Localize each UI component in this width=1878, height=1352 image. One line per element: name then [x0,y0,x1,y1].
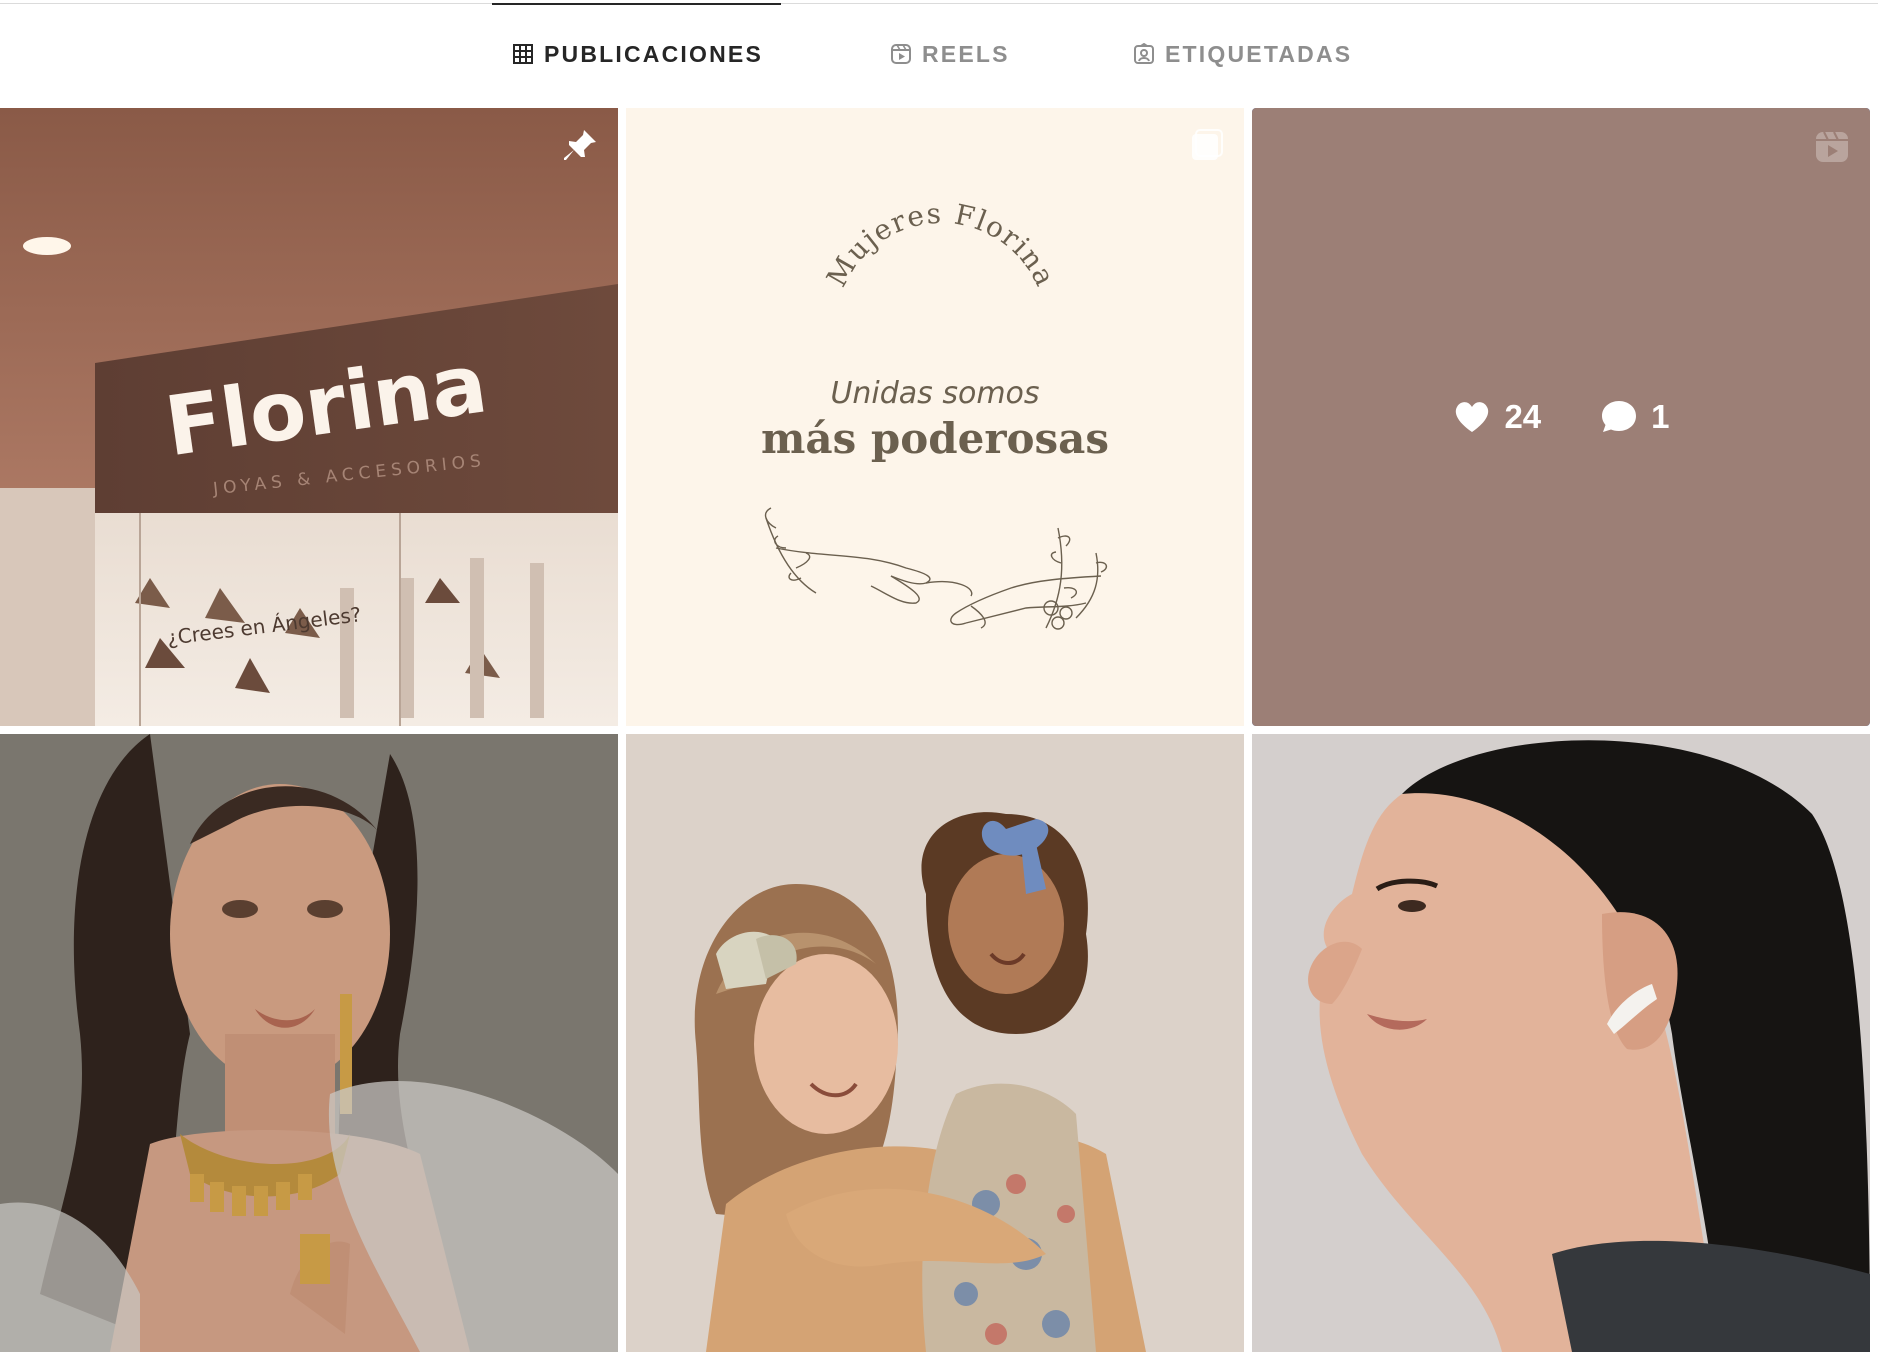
quote-graphic: Mujeres Florina Unidas somos más poderos… [626,108,1244,726]
heart-icon [1456,402,1489,432]
tagged-icon [1134,43,1154,64]
grid-icon [513,44,533,64]
post-girls-hugging[interactable] [626,734,1244,1352]
likes-stat: 24 [1452,397,1541,437]
profile-tabs: PUBLICACIONES REELS ETIQUETADAS [0,0,1878,108]
carousel-icon [1192,129,1223,160]
likes-count: 24 [1504,398,1542,435]
tab-etiquetadas[interactable]: ETIQUETADAS [1133,0,1352,108]
quote-line-2: más poderosas [761,414,1109,463]
ear-cuff-photo [1252,734,1870,1352]
pin-icon [564,130,596,160]
posts-grid: Florina JOYAS & ACCESORIOS ¿Crees en Áng… [0,108,1878,1352]
quote-line-1: Unidas somos [830,376,1039,411]
girls-photo [626,734,1244,1352]
post-storefront[interactable]: Florina JOYAS & ACCESORIOS ¿Crees en Áng… [0,108,618,726]
tab-label: ETIQUETADAS [1165,40,1353,67]
comments-count: 1 [1651,398,1670,435]
post-ear-cuff[interactable] [1252,734,1870,1352]
post-reel-hover[interactable]: 24 1 [1252,108,1870,726]
tab-label: REELS [922,40,1010,67]
comment-icon [1602,401,1637,432]
tab-reels[interactable]: REELS [890,0,1010,108]
reels-icon [891,44,911,64]
tab-publicaciones[interactable]: PUBLICACIONES [491,0,782,108]
post-stats: 24 1 [1252,108,1870,726]
post-mujeres-florina[interactable]: Mujeres Florina Unidas somos más poderos… [626,108,1244,726]
post-model-gold[interactable] [0,734,618,1352]
storefront-photo: Florina JOYAS & ACCESORIOS ¿Crees en Áng… [0,108,618,726]
comments-stat: 1 [1599,397,1670,437]
tab-label: PUBLICACIONES [544,40,764,67]
model-gold-photo [0,734,618,1352]
